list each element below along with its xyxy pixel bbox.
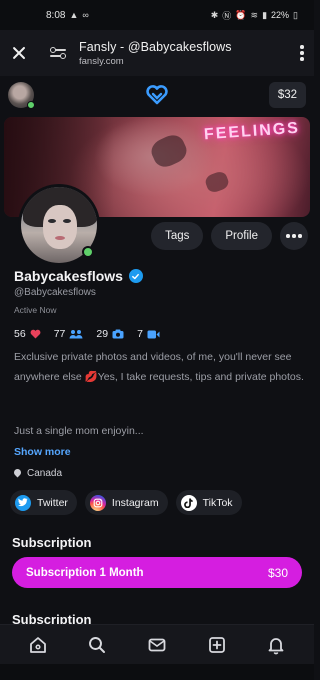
nfc-icon: Ⓝ [222,10,232,21]
more-options-button[interactable] [280,222,308,250]
browser-title-block[interactable]: Fansly - @Babycakesflows fansly.com [79,40,232,67]
profile-stats: 56 77 29 7 [14,328,160,340]
video-icon [147,330,160,338]
followers-icon [69,330,83,339]
social-links: Twitter Instagram TikTok [10,490,242,515]
online-indicator [82,246,94,258]
twitter-link[interactable]: Twitter [10,490,77,515]
show-more-link[interactable]: Show more [14,446,71,458]
wallet-balance-button[interactable]: $32 [268,82,306,108]
status-time: 8:08 [46,9,66,21]
nav-home[interactable] [27,634,49,656]
photos-stat[interactable]: 29 [96,328,124,340]
tiktok-label: TikTok [202,496,233,509]
subscribe-1-month-button[interactable]: Subscription 1 Month $30 [12,557,302,588]
subscription-heading: Subscription [12,535,92,550]
voicemail-icon: ∞ [82,10,89,20]
tiktok-icon [180,494,197,511]
status-bar: 8:08 ▲ ∞ ✱ Ⓝ ⏰ ≋ ▮ 22% ▯ [0,0,314,30]
browser-page-title: Fansly - @Babycakesflows [79,39,232,54]
nav-messages[interactable] [146,634,168,656]
profile-bio: Exclusive private photos and videos, of … [14,348,306,387]
wifi-icon: ≋ [250,9,259,20]
likes-stat[interactable]: 56 [14,328,41,340]
add-post-icon [208,636,225,653]
browser-toolbar: Fansly - @Babycakesflows fansly.com [0,30,314,76]
location-pin-icon [14,469,21,478]
nav-notifications[interactable] [265,634,287,656]
mail-icon [148,638,166,651]
bio-line-3: Just a single mom enjoyin... [14,425,144,437]
location-text: Canada [27,468,63,479]
subscription-option-label: Subscription 1 Month [26,566,144,579]
videos-count: 7 [137,328,143,340]
twitter-label: Twitter [37,496,68,509]
fansly-logo-icon[interactable] [146,85,168,105]
photos-count: 29 [96,328,109,340]
bell-icon [268,637,284,654]
twitter-icon [15,494,31,511]
videos-stat[interactable]: 7 [137,328,160,340]
user-avatar[interactable] [8,82,35,109]
location-row: Canada [14,468,62,479]
more-vertical-icon[interactable] [300,45,304,61]
verified-badge-icon [128,269,143,283]
bio-line-2: Yes, I take requests, tips and private p… [97,370,304,383]
subscription-option-price: $30 [267,565,288,580]
profile-button[interactable]: Profile [211,222,272,250]
kiss-emoji-icon: 💋 [84,370,98,383]
profile-avatar[interactable] [18,184,100,266]
app-header: $32 [0,76,314,114]
bluetooth-icon: ✱ [210,9,219,20]
camera-icon [112,329,124,339]
nav-search[interactable] [86,634,108,656]
tiktok-link[interactable]: TikTok [175,490,242,515]
search-icon [89,636,106,653]
activity-status: Active Now [14,305,57,315]
followers-count: 77 [53,328,66,340]
site-settings-icon[interactable] [50,45,66,61]
nav-create-post[interactable] [206,634,228,656]
banner-neon-sign: FEELINGS [203,119,301,144]
alarm-icon: ⏰ [235,9,247,20]
signal-icon: ▮ [262,9,268,20]
browser-url: fansly.com [79,55,124,67]
home-icon [29,636,46,653]
online-indicator [27,101,35,109]
profile-actions: Tags Profile [151,222,308,250]
instagram-label: Instagram [111,496,159,509]
name-row: Babycakesflows [14,268,143,284]
tags-button[interactable]: Tags [151,222,204,250]
likes-count: 56 [14,328,26,340]
instagram-icon [89,494,106,511]
system-navigation-bar [0,664,314,680]
battery-level: 22% [271,10,290,20]
bottom-navigation [0,624,314,664]
followers-stat[interactable]: 77 [54,328,84,340]
instagram-link[interactable]: Instagram [84,490,168,515]
profile-handle: @Babycakesflows [14,287,96,298]
heart-icon [30,329,41,339]
close-icon[interactable] [10,44,28,62]
profile-name: Babycakesflows [14,268,123,284]
notification-icon: ▲ [69,10,79,20]
battery-icon: ▯ [293,9,298,20]
